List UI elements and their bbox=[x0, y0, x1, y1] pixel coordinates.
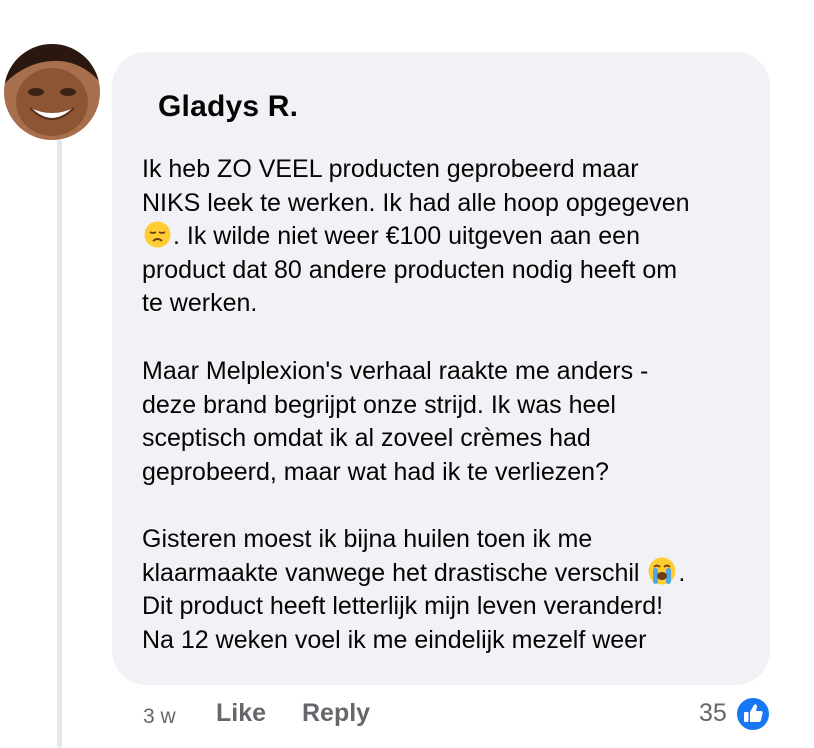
comment-line: . Ik wilde niet weer €100 uitgeven aan e… bbox=[142, 220, 762, 254]
comment-line: NIKS leek te werken. Ik had alle hoop op… bbox=[142, 188, 690, 217]
comment-line: Ik heb ZO VEEL producten geprobeerd maar bbox=[142, 155, 639, 183]
author-avatar[interactable] bbox=[4, 44, 100, 140]
comment-line: Na 12 weken voel ik me eindelijk mezelf … bbox=[142, 625, 647, 654]
comment-line: deze brand begrijpt onze strijd. Ik was … bbox=[142, 390, 616, 419]
reply-button[interactable]: Reply bbox=[302, 699, 370, 728]
comment-timestamp[interactable]: 3 w bbox=[143, 705, 176, 729]
comment-paragraph: Gisteren moest ik bijna huilen toen ik m… bbox=[142, 523, 762, 657]
comment-line: sceptisch omdat ik al zoveel crèmes had bbox=[142, 424, 591, 452]
comment-line-text: . Ik wilde niet weer €100 uitgeven aan e… bbox=[173, 222, 640, 250]
comment-line: te werken. bbox=[142, 289, 258, 317]
reply-thread-line bbox=[57, 140, 62, 748]
loudly-crying-face-emoji-icon bbox=[648, 557, 676, 584]
person-avatar-icon bbox=[4, 44, 100, 140]
comment-line: Maar Melplexion's verhaal raakte me ande… bbox=[142, 357, 649, 385]
comment-paragraph: Ik heb ZO VEEL producten geprobeerd maar… bbox=[142, 153, 762, 321]
comment-line: klaarmaakte vanwege het drastische versc… bbox=[142, 557, 762, 591]
comment-line: Dit product heeft letterlijk mijn leven … bbox=[142, 592, 664, 620]
like-button[interactable]: Like bbox=[216, 699, 266, 728]
reaction-count[interactable]: 35 bbox=[699, 699, 727, 728]
comment-line: product dat 80 andere producten nodig he… bbox=[142, 255, 678, 284]
comment-line-text: . bbox=[678, 558, 686, 587]
thumbs-up-icon[interactable] bbox=[735, 696, 771, 732]
disappointed-face-emoji-icon bbox=[144, 221, 171, 248]
comment-line: Gisteren moest ik bijna huilen toen ik m… bbox=[142, 525, 593, 553]
comment-line: geprobeerd, maar wat had ik te verliezen… bbox=[142, 457, 609, 486]
comment-author[interactable]: Gladys R. bbox=[158, 90, 298, 124]
comment-footer: 3 w Like Reply 35 bbox=[0, 696, 814, 733]
comment-line-text: klaarmaakte vanwege het drastische versc… bbox=[142, 558, 640, 587]
comment-paragraph: Maar Melplexion's verhaal raakte me ande… bbox=[142, 355, 762, 489]
